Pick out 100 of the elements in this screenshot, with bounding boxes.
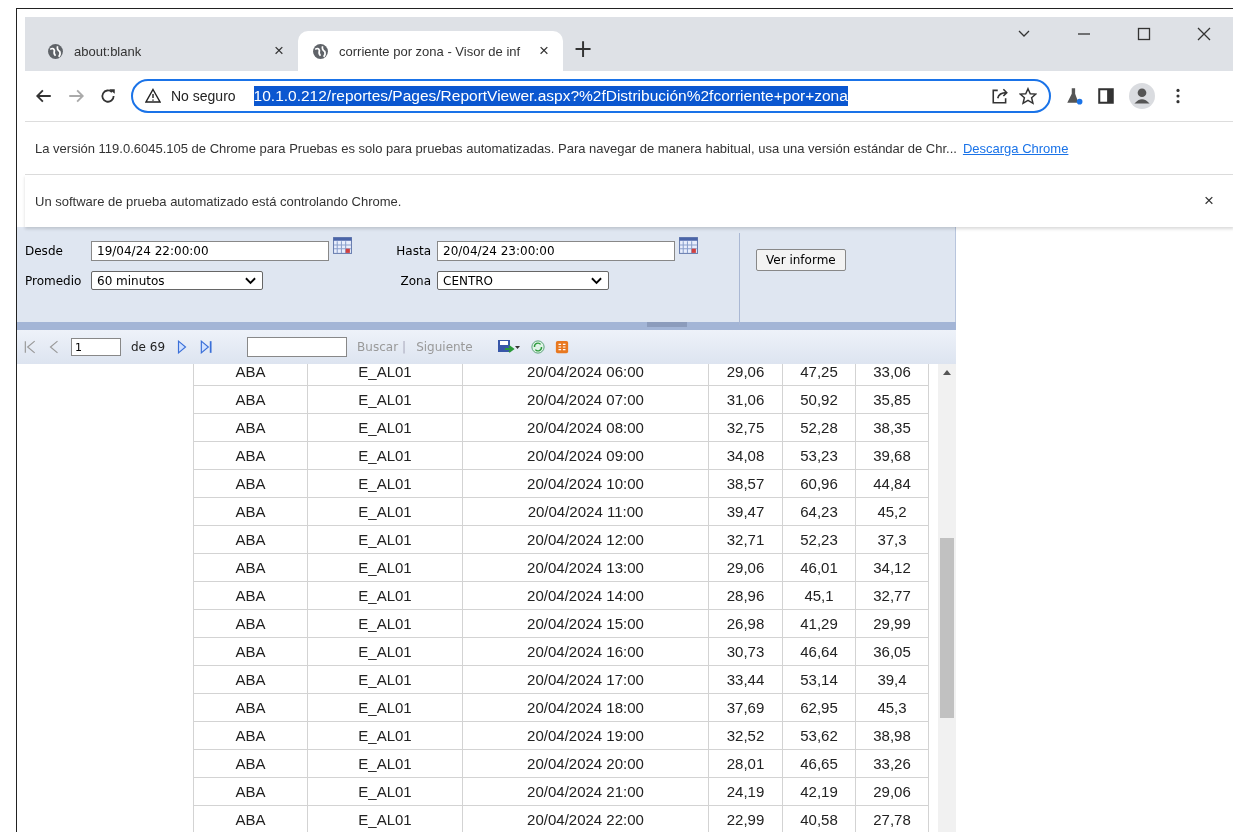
star-icon[interactable] [1019, 87, 1037, 105]
table-cell: 36,05 [855, 637, 929, 666]
table-cell: 34,12 [855, 553, 929, 582]
table-cell: 37,3 [855, 525, 929, 554]
table-cell: ABA [193, 805, 308, 832]
table-cell: 39,47 [708, 497, 783, 526]
table-cell: ABA [193, 413, 308, 442]
table-cell: 33,26 [855, 749, 929, 778]
table-cell: E_AL01 [307, 721, 463, 750]
table-cell: E_AL01 [307, 609, 463, 638]
table-cell: 20/04/2024 19:00 [462, 721, 709, 750]
info-message: La versión 119.0.6045.105 de Chrome para Pruebas es solo para pruebas automatizadas. Para navegar de manera habitual, usa una versión estándar de Chr... [35, 140, 957, 156]
table-cell: E_AL01 [307, 777, 463, 806]
table-cell: 46,65 [782, 749, 856, 778]
share-icon[interactable] [991, 87, 1009, 105]
table-cell: 38,98 [855, 721, 929, 750]
save-export-icon[interactable] [496, 339, 521, 355]
field-label: Desde [25, 244, 64, 258]
table-cell: 32,77 [855, 581, 929, 610]
info-message: Un software de prueba automatizado está controlando Chrome. [35, 193, 402, 209]
table-cell: E_AL01 [307, 441, 463, 470]
table-cell: E_AL01 [307, 553, 463, 582]
page-number-field[interactable]: 1 [71, 338, 121, 356]
table-cell: 39,68 [855, 441, 929, 470]
browser-tab[interactable]: corriente por zona - Visor de inf × [298, 31, 563, 71]
download-link[interactable]: Descarga Chrome [962, 140, 1069, 156]
chevron-down-icon [591, 276, 602, 285]
average-dropdown[interactable]: 60 minutos [91, 271, 263, 290]
table-cell: E_AL01 [307, 749, 463, 778]
reload-icon[interactable] [99, 87, 117, 105]
table-cell: 52,23 [782, 525, 856, 554]
page-count: de 69 [131, 340, 166, 354]
table-cell: E_AL01 [307, 469, 463, 498]
table-cell: 20/04/2024 06:00 [462, 364, 709, 386]
table-cell: 53,62 [782, 721, 856, 750]
scrollbar[interactable] [938, 364, 956, 832]
table-cell: ABA [193, 441, 308, 470]
collapse-handle[interactable] [646, 322, 687, 327]
table-cell: ABA [193, 553, 308, 582]
security-label: No seguro [171, 88, 236, 104]
globe-icon [312, 42, 329, 60]
profile-avatar-icon[interactable] [1129, 83, 1155, 109]
table-cell: ABA [193, 665, 308, 694]
close-tab-button[interactable]: × [274, 41, 284, 61]
table-cell: 33,06 [855, 364, 929, 386]
field-label: Promedio [25, 273, 83, 288]
table-cell: ABA [193, 609, 308, 638]
table-cell: 47,25 [782, 364, 856, 386]
side-panel-icon[interactable] [1097, 87, 1115, 105]
table-cell: ABA [193, 637, 308, 666]
table-cell: ABA [193, 497, 308, 526]
close-button[interactable]: × [1204, 191, 1214, 211]
table-cell: ABA [193, 385, 308, 414]
document-map-icon[interactable] [554, 340, 569, 354]
table-cell: 46,01 [782, 553, 856, 582]
browser-tab[interactable]: about:blank × [33, 31, 298, 71]
scroll-up-icon[interactable] [943, 370, 952, 375]
flask-icon[interactable] [1065, 87, 1083, 105]
warning-icon [145, 88, 161, 104]
table-cell: 37,69 [708, 693, 783, 722]
back-arrow-icon[interactable] [35, 87, 53, 105]
table-cell: E_AL01 [307, 525, 463, 554]
new-tab-button[interactable]: + [573, 35, 594, 63]
table-cell: 28,01 [708, 749, 783, 778]
table-cell: 26,98 [708, 609, 783, 638]
table-cell: E_AL01 [307, 385, 463, 414]
table-cell: 35,85 [855, 385, 929, 414]
calendar-icon[interactable] [679, 237, 698, 254]
table-cell: ABA [193, 525, 308, 554]
table-cell: 62,95 [782, 693, 856, 722]
zone-dropdown[interactable]: CENTRO [437, 271, 609, 290]
table-cell: 20/04/2024 17:00 [462, 665, 709, 694]
table-cell: E_AL01 [307, 497, 463, 526]
table-cell: ABA [193, 469, 308, 498]
date-field[interactable]: 19/04/24 22:00:00 [91, 241, 329, 261]
table-cell: 20/04/2024 10:00 [462, 469, 709, 498]
table-cell: ABA [193, 749, 308, 778]
table-cell: E_AL01 [307, 413, 463, 442]
table-cell: 20/04/2024 12:00 [462, 525, 709, 554]
close-tab-button[interactable]: × [539, 41, 549, 61]
view-report-button[interactable]: Ver informe [756, 249, 846, 271]
table-cell: 20/04/2024 07:00 [462, 385, 709, 414]
table-cell: 52,28 [782, 413, 856, 442]
table-cell: 44,84 [855, 469, 929, 498]
table-cell: 31,06 [708, 385, 783, 414]
calendar-icon[interactable] [333, 237, 352, 254]
table-cell: 20/04/2024 09:00 [462, 441, 709, 470]
address-bar[interactable]: No seguro 10.1.0.212/reportes/Pages/ReportViewer.aspx?%2fDistribución%2fcorriente+por+zona [131, 79, 1051, 113]
field-label: Hasta [395, 244, 432, 258]
close-icon[interactable] [1197, 27, 1211, 41]
table-cell: E_AL01 [307, 665, 463, 694]
table-cell: 50,92 [782, 385, 856, 414]
table-cell: E_AL01 [307, 693, 463, 722]
find-field[interactable] [247, 337, 348, 357]
maximize-icon[interactable] [1137, 27, 1151, 41]
date-field[interactable]: 20/04/24 23:00:00 [437, 241, 675, 261]
table-cell: 53,23 [782, 441, 856, 470]
refresh-icon[interactable] [530, 340, 545, 354]
table-cell: 32,71 [708, 525, 783, 554]
last-page-icon[interactable] [199, 340, 214, 354]
